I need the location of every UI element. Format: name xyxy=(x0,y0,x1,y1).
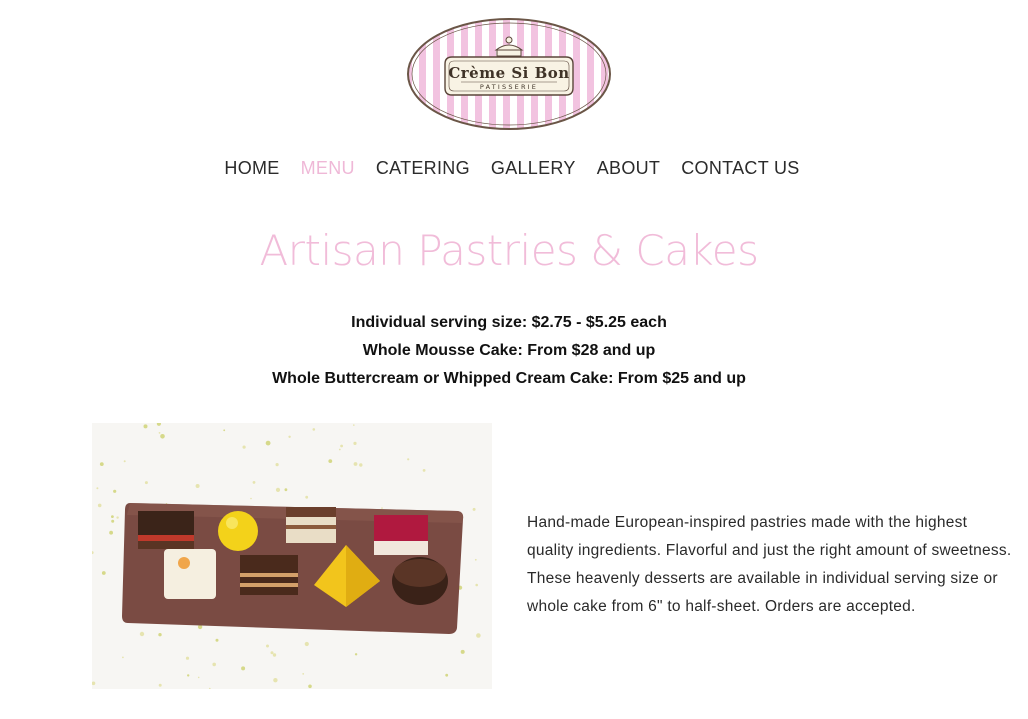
price-buttercream-cake: Whole Buttercream or Whipped Cream Cake:… xyxy=(272,370,746,387)
nav-gallery[interactable]: GALLERY xyxy=(491,156,576,180)
nav-menu[interactable]: MENU xyxy=(301,156,355,180)
logo-subtitle: PATISSERIE xyxy=(480,83,538,91)
price-mousse-cake: Whole Mousse Cake: From $28 and up xyxy=(362,342,656,359)
main-nav: HOME MENU CATERING GALLERY ABOUT CONTACT… xyxy=(0,156,1026,180)
brand-logo[interactable]: Crème Si Bon PATISSERIE xyxy=(405,16,613,132)
logo-name: Crème Si Bon xyxy=(448,64,569,82)
nav-about[interactable]: ABOUT xyxy=(597,156,661,180)
pastries-photo xyxy=(90,421,492,690)
menu-description: Hand-made European-inspired pastries mad… xyxy=(527,513,1012,615)
pricing-list: Individual serving size: $2.75 - $5.25 e… xyxy=(0,309,1018,393)
nav-home[interactable]: HOME xyxy=(224,156,279,180)
page-title: Artisan Pastries & Cakes xyxy=(259,226,759,275)
nav-contact-us[interactable]: CONTACT US xyxy=(681,156,799,180)
nav-catering[interactable]: CATERING xyxy=(376,156,470,180)
price-individual: Individual serving size: $2.75 - $5.25 e… xyxy=(351,314,667,331)
